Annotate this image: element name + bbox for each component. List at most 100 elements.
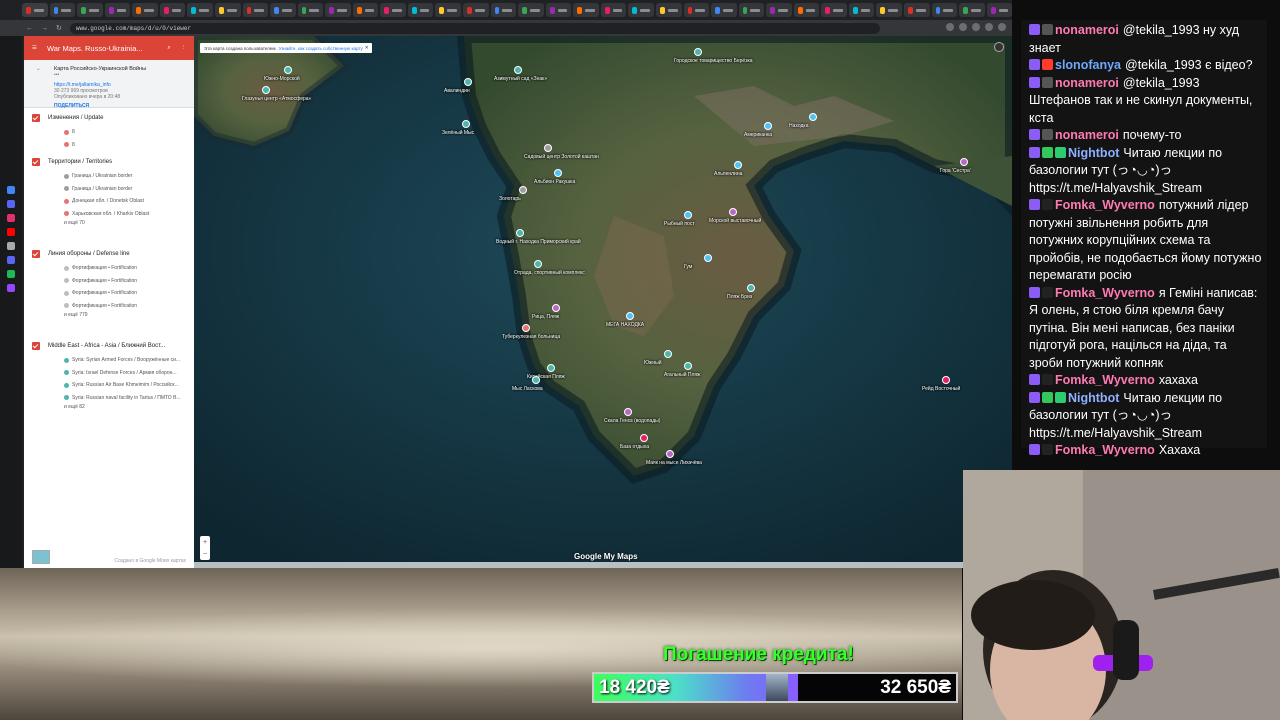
browser-tab[interactable] bbox=[600, 3, 627, 17]
map-marker-icon[interactable] bbox=[534, 260, 542, 268]
map-marker-icon[interactable] bbox=[747, 284, 755, 292]
map-marker-icon[interactable] bbox=[684, 211, 692, 219]
map-marker-icon[interactable] bbox=[734, 161, 742, 169]
map-marker-icon[interactable] bbox=[666, 450, 674, 458]
map-marker-icon[interactable] bbox=[544, 144, 552, 152]
location-icon[interactable] bbox=[994, 42, 1004, 52]
map-marker-icon[interactable] bbox=[464, 78, 472, 86]
map-marker-icon[interactable] bbox=[626, 312, 634, 320]
zoom-out-button[interactable]: − bbox=[203, 551, 207, 558]
layer-more-link[interactable]: и ещё 70 bbox=[32, 220, 186, 230]
layer-more-link[interactable]: и ещё 779 bbox=[32, 312, 186, 322]
browser-tab[interactable] bbox=[77, 3, 103, 17]
browser-tab[interactable] bbox=[270, 3, 296, 17]
map-marker-icon[interactable] bbox=[694, 48, 702, 56]
layer-header[interactable]: Территории / Territories bbox=[32, 158, 186, 166]
reload-icon[interactable]: ↻ bbox=[56, 24, 62, 32]
browser-tab[interactable] bbox=[22, 3, 48, 17]
browser-tab[interactable] bbox=[463, 3, 489, 17]
browser-tab[interactable] bbox=[848, 3, 875, 17]
sidebar-app-icon[interactable] bbox=[7, 186, 15, 194]
layer-header[interactable]: Изменения / Update bbox=[32, 114, 186, 122]
layer-feature[interactable]: Харьковская обл. / Kharkiv Oblast bbox=[64, 208, 186, 221]
layer-checkbox[interactable] bbox=[32, 342, 40, 350]
browser-tab[interactable] bbox=[793, 3, 820, 17]
sidebar-app-icon[interactable] bbox=[7, 200, 15, 208]
browser-tab[interactable] bbox=[325, 3, 351, 17]
map-marker-icon[interactable] bbox=[764, 122, 772, 130]
back-icon[interactable]: ← bbox=[26, 25, 33, 32]
layer-header[interactable]: Линия обороны / Defense line bbox=[32, 250, 186, 258]
notice-link[interactable]: Узнайте, как создать собственную карту bbox=[279, 46, 363, 51]
browser-tab[interactable] bbox=[214, 3, 241, 17]
map-options[interactable]: ••• bbox=[54, 72, 186, 78]
browser-tab[interactable] bbox=[821, 3, 847, 17]
map-marker-icon[interactable] bbox=[942, 376, 950, 384]
browser-tab[interactable] bbox=[187, 3, 213, 17]
layer-feature[interactable]: Граница / Ukrainian border bbox=[64, 170, 186, 183]
browser-tab[interactable] bbox=[766, 3, 792, 17]
layer-checkbox[interactable] bbox=[32, 250, 40, 258]
map-marker-icon[interactable] bbox=[624, 408, 632, 416]
browser-tab[interactable] bbox=[986, 3, 1012, 17]
browser-tab[interactable] bbox=[876, 3, 902, 17]
sidebar-app-icon[interactable] bbox=[7, 270, 15, 278]
map-marker-icon[interactable] bbox=[554, 169, 562, 177]
browser-tab[interactable] bbox=[711, 3, 737, 17]
zoom-in-button[interactable]: + bbox=[203, 539, 207, 546]
browser-tab[interactable] bbox=[435, 3, 461, 17]
map-marker-icon[interactable] bbox=[516, 229, 524, 237]
sidebar-app-icon[interactable] bbox=[7, 242, 15, 250]
basemap-thumbnail[interactable] bbox=[32, 550, 50, 564]
browser-tab[interactable] bbox=[683, 3, 710, 17]
map-marker-icon[interactable] bbox=[640, 434, 648, 442]
layer-feature[interactable]: Syria: Russian naval facility in Tartus … bbox=[64, 392, 186, 405]
layer-checkbox[interactable] bbox=[32, 114, 40, 122]
map-marker-icon[interactable] bbox=[684, 362, 692, 370]
map-marker-icon[interactable] bbox=[462, 120, 470, 128]
browser-tab[interactable] bbox=[738, 3, 765, 17]
map-marker-icon[interactable] bbox=[729, 208, 737, 216]
browser-tab[interactable] bbox=[132, 3, 158, 17]
browser-tab[interactable] bbox=[242, 3, 269, 17]
url-field[interactable]: www.google.com/maps/d/u/0/viewer bbox=[69, 22, 880, 34]
layer-checkbox[interactable] bbox=[32, 158, 40, 166]
map-marker-icon[interactable] bbox=[552, 304, 560, 312]
layer-header[interactable]: Middle East - Africa - Asia / Ближний Во… bbox=[32, 342, 186, 350]
browser-tab[interactable] bbox=[655, 3, 682, 17]
browser-tab[interactable] bbox=[104, 3, 131, 17]
browser-tab[interactable] bbox=[518, 3, 544, 17]
layer-feature[interactable]: Донецкая обл. / Donetsk Oblast bbox=[64, 195, 186, 208]
browser-tab[interactable] bbox=[297, 3, 324, 17]
browser-tab[interactable] bbox=[159, 3, 186, 17]
layer-feature[interactable]: 8 bbox=[64, 139, 186, 152]
map-canvas[interactable]: Южно-Морской Глазунья центр «Атмосфера» Ав… bbox=[194, 36, 1012, 568]
map-marker-icon[interactable] bbox=[519, 186, 527, 194]
browser-tab[interactable] bbox=[628, 3, 654, 17]
search-icon[interactable]: ⌕ bbox=[167, 45, 170, 52]
map-marker-icon[interactable] bbox=[514, 66, 522, 74]
map-marker-icon[interactable] bbox=[960, 158, 968, 166]
chevron-down-icon[interactable]: ⌄ bbox=[36, 66, 41, 72]
layer-feature[interactable]: Фортификация • Fortification bbox=[64, 300, 186, 313]
sidebar-app-icon[interactable] bbox=[7, 256, 15, 264]
layer-feature[interactable]: Syria: Syrian Armed Forces / Вооружённые… bbox=[64, 354, 186, 367]
sidebar-app-icon[interactable] bbox=[7, 284, 15, 292]
layer-feature[interactable]: Syria: Russian Air Base Khmeimim / Росси… bbox=[64, 379, 186, 392]
layer-feature[interactable]: Фортификация • Fortification bbox=[64, 275, 186, 288]
more-icon[interactable]: ⋮ bbox=[181, 45, 187, 51]
forward-icon[interactable]: → bbox=[41, 25, 48, 32]
browser-tab[interactable] bbox=[959, 3, 985, 17]
browser-tab[interactable] bbox=[380, 3, 406, 17]
layer-more-link[interactable]: и ещё 82 bbox=[32, 404, 186, 414]
browser-tab[interactable] bbox=[931, 3, 958, 17]
layer-feature[interactable]: Граница / Ukrainian border bbox=[64, 183, 186, 196]
browser-tab[interactable] bbox=[407, 3, 434, 17]
map-marker-icon[interactable] bbox=[262, 86, 270, 94]
layer-feature[interactable]: Фортификация • Fortification bbox=[64, 287, 186, 300]
map-marker-icon[interactable] bbox=[532, 376, 540, 384]
browser-tab[interactable] bbox=[545, 3, 572, 17]
map-marker-icon[interactable] bbox=[284, 66, 292, 74]
map-marker-icon[interactable] bbox=[704, 254, 712, 262]
browser-tab[interactable] bbox=[904, 3, 930, 17]
